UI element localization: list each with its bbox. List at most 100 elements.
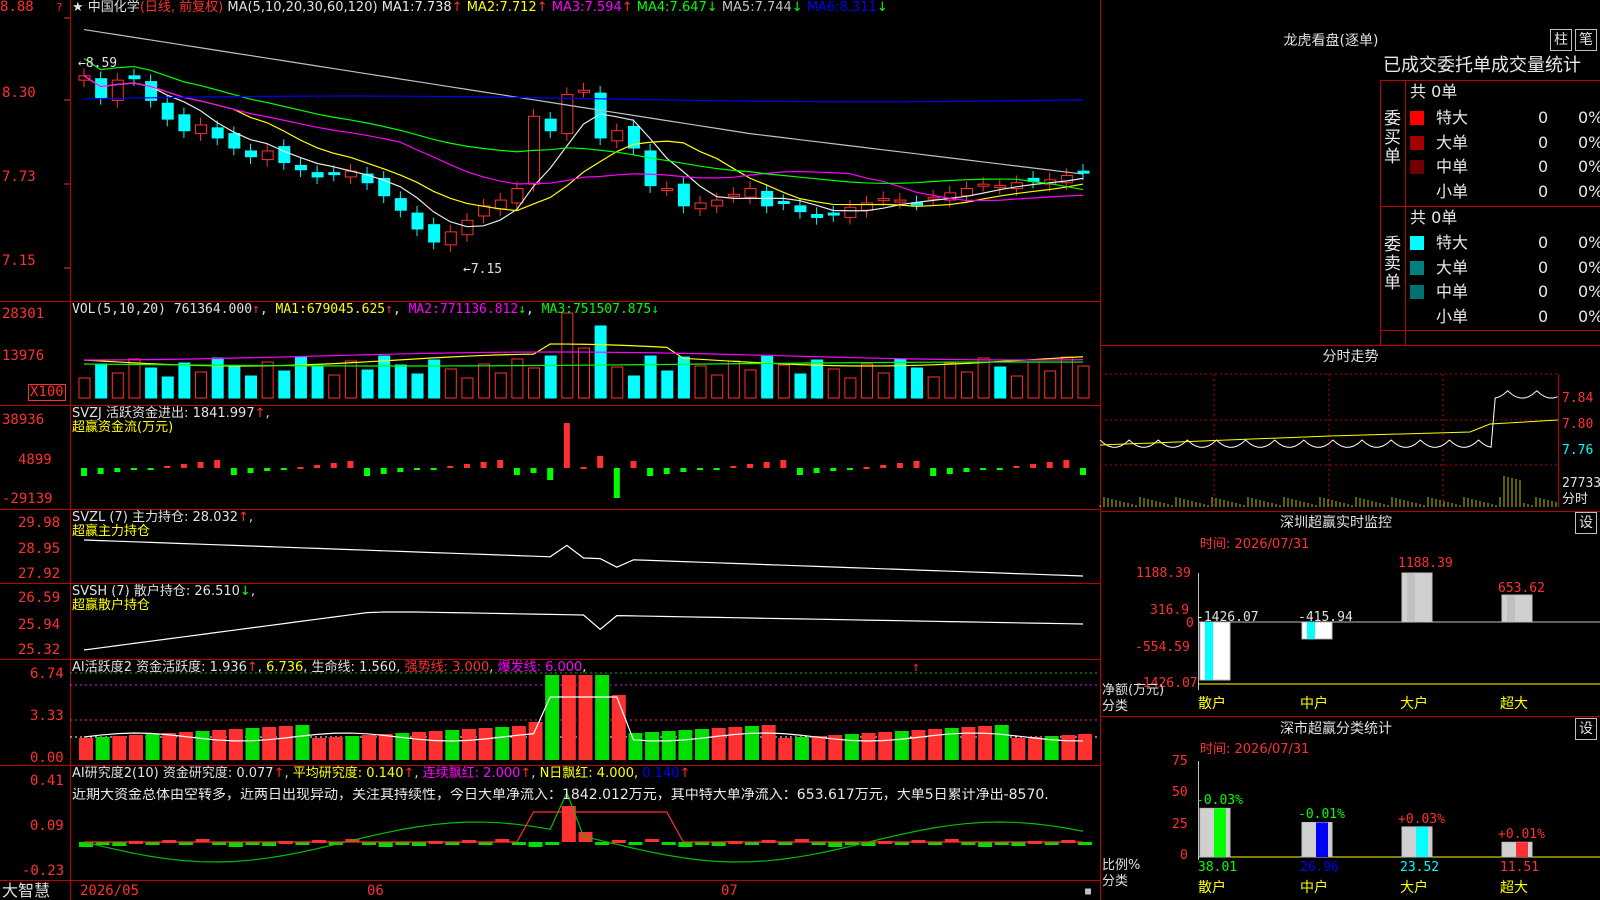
ma5-label: MA5: — [721, 0, 755, 15]
candle-body — [245, 150, 257, 158]
ai2-title: AI活跃度2 — [72, 660, 132, 675]
fund-flow-bar — [946, 468, 953, 474]
candle-body — [278, 146, 291, 164]
color-swatch — [1410, 260, 1424, 275]
ma6-label: MA6: — [806, 0, 840, 15]
ma6-value: 8.311 — [839, 0, 877, 15]
stats-time: 时间: 2026/07/31 — [1200, 742, 1310, 757]
volume-bar — [278, 370, 291, 399]
activity-bar — [661, 731, 676, 760]
candle-body — [111, 79, 124, 101]
monitor-category-2: 大户 — [1400, 696, 1428, 712]
air-axis-mid: 0.09 — [30, 818, 64, 834]
fenshi-vol-label: 27733 — [1562, 476, 1600, 491]
activity-bar — [978, 726, 993, 760]
activity-bar — [561, 675, 576, 760]
activity-bar — [478, 728, 493, 760]
volume-bar — [661, 370, 674, 399]
research-bar — [528, 842, 543, 847]
intraday-price-line — [1099, 390, 1558, 448]
fund-flow-bar — [846, 468, 853, 470]
stock-name[interactable]: 中国化学 — [88, 0, 140, 15]
volume-bar — [378, 355, 391, 399]
volume-bar — [844, 377, 857, 399]
fund-flow-bar — [264, 468, 271, 471]
vol-ma3: 751507.875 — [572, 302, 652, 317]
activity-bar — [428, 731, 443, 760]
ma1-value: 7.738 — [414, 0, 452, 15]
svzj-axis-mid: 4899 — [18, 452, 52, 468]
volume-bar — [1044, 370, 1057, 399]
fund-flow-bar — [397, 468, 404, 472]
buy-order-name: 特大 — [1436, 108, 1469, 127]
volume-bar — [1060, 356, 1073, 399]
svzj-axis-max: 38936 — [2, 412, 45, 428]
ai2-v2: 6.736 — [266, 660, 304, 675]
activity-bar — [1028, 737, 1043, 760]
fund-flow-bar — [430, 468, 437, 470]
sell-order-count: 0 — [1538, 257, 1549, 277]
fund-flow-bar — [763, 462, 770, 468]
fund-flow-bar — [630, 461, 637, 468]
volume-bar — [927, 376, 940, 399]
retail-holding-line — [83, 611, 1084, 651]
ma2-value: 7.712 — [499, 0, 537, 15]
volume-bar — [627, 375, 640, 399]
ma5-value: 7.744 — [754, 0, 792, 15]
candle-body — [511, 188, 524, 204]
fenshi-unit: 分时 — [1562, 492, 1589, 507]
activity-bar — [195, 731, 210, 760]
fund-flow-bar — [230, 468, 237, 475]
activity-bar — [695, 729, 710, 760]
candle-body — [794, 205, 807, 213]
activity-bar — [228, 729, 243, 760]
monitor-settings-button[interactable]: 设 — [1575, 512, 1597, 534]
fund-flow-bar — [663, 468, 670, 474]
lock-icon[interactable]: ■ — [1085, 884, 1091, 899]
monitor-value-0: -1426.07 — [1196, 610, 1259, 625]
vol-axis-max: 28301 — [2, 306, 45, 322]
research-bar — [645, 839, 660, 842]
fund-flow-bar — [813, 468, 820, 473]
tick-mark-arrow: ↑ — [912, 660, 920, 675]
air-cont: 连续飘红: 2.000 — [422, 766, 521, 781]
volume-bar — [444, 368, 457, 399]
candle-body — [294, 164, 307, 171]
fund-flow-bar — [913, 461, 920, 468]
svzl-value: 28.032 — [192, 510, 239, 525]
svzj-label: 活跃资金进出: — [106, 406, 189, 421]
star-icon[interactable]: ★ — [72, 0, 84, 15]
activity-bar — [711, 728, 726, 760]
volume-bar — [145, 367, 158, 399]
brand-logo[interactable]: 大智慧 — [2, 882, 50, 900]
question-icon[interactable]: ? — [56, 0, 63, 15]
fund-flow-bar — [930, 468, 937, 476]
monitor-bar-highlight — [1407, 573, 1415, 622]
color-swatch — [1410, 309, 1424, 324]
stats-bar-color — [1214, 808, 1226, 857]
bar-mode-button[interactable]: 柱 — [1550, 29, 1572, 51]
candle-body — [95, 78, 108, 98]
period-label[interactable]: (日线, 前复权) — [140, 0, 223, 15]
chart-drawings — [78, 28, 1600, 863]
candle-body — [195, 124, 208, 135]
svzj-title: SVZJ — [72, 406, 102, 421]
candle-body — [178, 114, 191, 132]
candle-body — [378, 177, 391, 197]
stats-settings-button[interactable]: 设 — [1575, 718, 1597, 740]
stats-cat-label: 分类 — [1102, 874, 1129, 889]
stats-axis-3: 0 — [1180, 848, 1188, 863]
pen-mode-button[interactable]: 笔 — [1575, 29, 1597, 51]
candle-body — [661, 188, 674, 192]
svsh-axis-max: 26.59 — [18, 590, 61, 606]
sell-order-row: 特大 0 0% — [1410, 231, 1600, 255]
ma1-label: MA1: — [381, 0, 415, 15]
research-bar — [978, 842, 993, 847]
activity-bar — [944, 728, 959, 760]
svzl-arrow: ↑ — [238, 510, 249, 525]
vol-ma1-label: MA1: — [275, 302, 307, 317]
activity-bar — [678, 730, 693, 760]
vol-ma2-arrow: ↓ — [518, 302, 527, 317]
sell-order-row: 小单 0 0% — [1410, 305, 1600, 329]
monitor-category-0: 散户 — [1198, 696, 1226, 712]
